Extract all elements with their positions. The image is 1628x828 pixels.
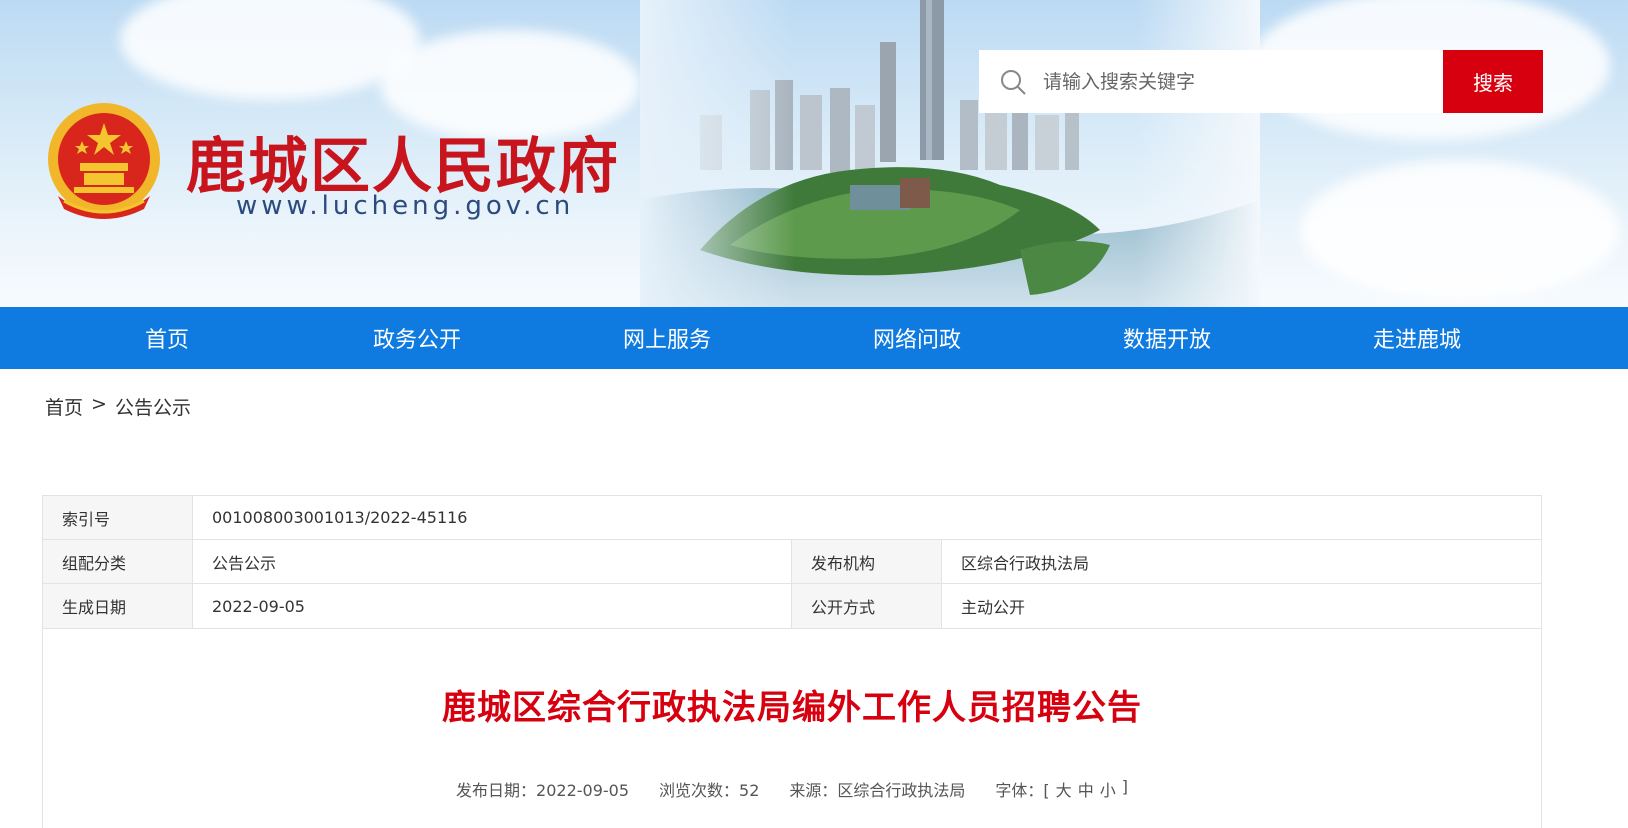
article-views: 浏览次数：52 xyxy=(659,781,760,800)
meta-label-disclosure: 公开方式 xyxy=(792,584,942,628)
header-banner: 鹿城区人民政府 www.lucheng.gov.cn 搜索 xyxy=(0,0,1628,307)
meta-value-date: 2022-09-05 xyxy=(193,584,792,628)
meta-label-date: 生成日期 xyxy=(43,584,193,628)
breadcrumb-home-link[interactable]: 首页 xyxy=(45,393,83,420)
meta-value-index: 001008003001013/2022-45116 xyxy=(212,508,468,527)
nav-item-open-data[interactable]: 数据开放 xyxy=(1042,307,1292,369)
font-size-large-button[interactable]: 大 xyxy=(1056,777,1072,801)
meta-value-category: 公告公示 xyxy=(193,540,792,583)
site-url[interactable]: www.lucheng.gov.cn xyxy=(236,191,574,221)
meta-label-category: 组配分类 xyxy=(43,540,193,583)
meta-row-index: 索引号 001008003001013/2022-45116 xyxy=(43,496,1541,540)
cloud-decoration xyxy=(120,0,420,100)
meta-value-disclosure: 主动公开 xyxy=(961,598,1026,617)
nav-item-home[interactable]: 首页 xyxy=(42,307,292,369)
meta-label-publisher: 发布机构 xyxy=(792,540,942,583)
font-size-label: 字体：[ xyxy=(995,781,1050,800)
breadcrumb-current-link[interactable]: 公告公示 xyxy=(115,393,191,420)
font-size-medium-button[interactable]: 中 xyxy=(1078,777,1094,801)
article-container: 鹿城区综合行政执法局编外工作人员招聘公告 发布日期：2022-09-05 浏览次… xyxy=(42,628,1542,828)
meta-value-publisher: 区综合行政执法局 xyxy=(961,553,1090,573)
meta-label-index: 索引号 xyxy=(43,496,193,539)
cloud-decoration xyxy=(1300,160,1620,300)
search-input[interactable] xyxy=(1043,50,1443,113)
main-nav: 首页 政务公开 网上服务 网络问政 数据开放 走进鹿城 xyxy=(0,307,1628,369)
breadcrumb-separator: > xyxy=(91,393,107,415)
national-emblem-logo xyxy=(48,103,160,219)
document-meta-table: 索引号 001008003001013/2022-45116 组配分类 公告公示… xyxy=(42,495,1542,629)
breadcrumb: 首页 > 公告公示 xyxy=(45,393,191,420)
nav-item-about-lucheng[interactable]: 走进鹿城 xyxy=(1292,307,1542,369)
font-size-small-button[interactable]: 小 xyxy=(1100,777,1116,801)
nav-item-government-affairs[interactable]: 政务公开 xyxy=(292,307,542,369)
font-size-close-bracket: ] xyxy=(1121,777,1128,796)
article-title: 鹿城区综合行政执法局编外工作人员招聘公告 xyxy=(442,688,1142,728)
meta-row-category: 组配分类 公告公示 发布机构 区综合行政执法局 xyxy=(43,540,1541,584)
search-button[interactable]: 搜索 xyxy=(1443,50,1543,113)
article-source: 来源：区综合行政执法局 xyxy=(789,781,966,800)
search-icon xyxy=(1001,69,1026,95)
article-publish-date: 发布日期：2022-09-05 xyxy=(456,781,630,800)
search-box xyxy=(979,50,1443,113)
article-info-bar: 发布日期：2022-09-05 浏览次数：52 来源：区综合行政执法局 字体：[… xyxy=(43,777,1541,801)
city-skyline-illustration xyxy=(640,0,1260,307)
nav-item-online-services[interactable]: 网上服务 xyxy=(542,307,792,369)
nav-item-online-inquiry[interactable]: 网络问政 xyxy=(792,307,1042,369)
meta-row-date: 生成日期 2022-09-05 公开方式 主动公开 xyxy=(43,584,1541,628)
font-size-selector: 字体：[ 大 中 小 ] xyxy=(995,777,1128,801)
